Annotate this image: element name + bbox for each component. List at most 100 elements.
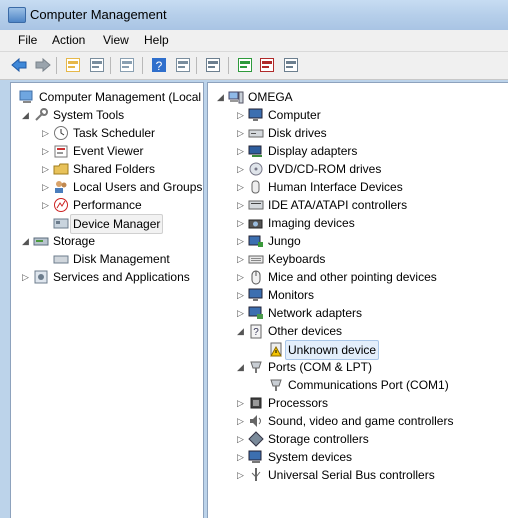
shared-folder-icon bbox=[53, 161, 69, 177]
console-tree-label: Disk Management bbox=[73, 252, 170, 266]
show-hide-tree-icon[interactable] bbox=[88, 56, 106, 74]
uninstall-icon[interactable] bbox=[258, 56, 276, 74]
expand-arrow-icon[interactable]: ▷ bbox=[236, 142, 245, 160]
device-tree-item[interactable]: ◢ OMEGA bbox=[208, 88, 508, 106]
device-tree-item[interactable]: ◢? Other devices bbox=[208, 322, 508, 340]
console-tree-label: Shared Folders bbox=[73, 162, 156, 176]
console-tree-item[interactable]: Device Manager bbox=[11, 214, 203, 234]
console-tree-item[interactable]: ▷ Task Scheduler bbox=[11, 124, 203, 142]
device-tree-item[interactable]: ▷ Processors bbox=[208, 394, 508, 412]
monitor-icon bbox=[248, 287, 264, 303]
collapse-arrow-icon[interactable]: ◢ bbox=[21, 232, 30, 250]
collapse-arrow-icon[interactable]: ◢ bbox=[216, 88, 225, 106]
expand-arrow-icon[interactable]: ▷ bbox=[236, 268, 245, 286]
scan-hardware-icon[interactable] bbox=[204, 56, 222, 74]
expand-arrow-icon[interactable]: ▷ bbox=[236, 394, 245, 412]
console-tree-pane[interactable]: Computer Management (Local ◢ System Tools ▷… bbox=[10, 82, 204, 518]
console-tree-item[interactable]: ▷ Performance bbox=[11, 196, 203, 214]
device-tree-pane[interactable]: ◢ OMEGA ▷ Computer ▷ Disk drives ▷ Display adap… bbox=[207, 82, 508, 518]
expand-arrow-icon[interactable]: ▷ bbox=[41, 124, 50, 142]
expand-arrow-icon[interactable]: ▷ bbox=[236, 124, 245, 142]
device-tree-label: Human Interface Devices bbox=[268, 180, 403, 194]
device-tree-item[interactable]: ▷ Imaging devices bbox=[208, 214, 508, 232]
device-tree-item[interactable]: ▷ Human Interface Devices bbox=[208, 178, 508, 196]
device-tree-item[interactable]: Unknown device bbox=[208, 340, 508, 360]
console-tree-label: Services and Applications bbox=[53, 270, 190, 284]
svg-text:?: ? bbox=[253, 327, 259, 338]
expand-arrow-icon[interactable]: ▷ bbox=[236, 304, 245, 322]
expand-arrow-icon[interactable]: ▷ bbox=[236, 250, 245, 268]
console-tree-item[interactable]: ◢ System Tools bbox=[11, 106, 203, 124]
device-tree-item[interactable]: ▷ Network adapters bbox=[208, 304, 508, 322]
menu-view[interactable]: View bbox=[103, 33, 129, 47]
help-icon[interactable]: ? bbox=[150, 56, 168, 74]
expand-arrow-icon[interactable]: ▷ bbox=[41, 178, 50, 196]
back-icon[interactable] bbox=[10, 56, 28, 74]
title-bar[interactable]: Computer Management bbox=[0, 0, 508, 30]
expand-arrow-icon[interactable]: ▷ bbox=[236, 412, 245, 430]
device-tree-item[interactable]: ▷ Mice and other pointing devices bbox=[208, 268, 508, 286]
device-tree-label: OMEGA bbox=[248, 90, 293, 104]
device-tree-item[interactable]: ▷ Jungo bbox=[208, 232, 508, 250]
device-tree-item[interactable]: ▷ DVD/CD-ROM drives bbox=[208, 160, 508, 178]
device-tree-item[interactable]: ▷ IDE ATA/ATAPI controllers bbox=[208, 196, 508, 214]
device-tree-label: Processors bbox=[268, 396, 329, 410]
console-tree-item[interactable]: ▷ Services and Applications bbox=[11, 268, 203, 286]
device-tree-item[interactable]: ▷ Monitors bbox=[208, 286, 508, 304]
collapse-arrow-icon[interactable]: ◢ bbox=[21, 106, 30, 124]
device-tree-item[interactable]: ▷ Storage controllers bbox=[208, 430, 508, 448]
device-tree-item[interactable]: Communications Port (COM1) bbox=[208, 376, 508, 394]
collapse-arrow-icon[interactable]: ◢ bbox=[236, 322, 245, 340]
toolbar-separator bbox=[110, 57, 111, 74]
menu-help[interactable]: Help bbox=[144, 33, 169, 47]
network-adapter-icon bbox=[248, 305, 264, 321]
expand-arrow-icon[interactable]: ▷ bbox=[236, 430, 245, 448]
expand-arrow-icon[interactable]: ▷ bbox=[236, 196, 245, 214]
device-tree-item[interactable]: ▷ System devices bbox=[208, 448, 508, 466]
menu-file[interactable]: File bbox=[18, 33, 37, 47]
expand-arrow-icon[interactable]: ▷ bbox=[236, 466, 245, 484]
toolbar-separator bbox=[56, 57, 57, 74]
device-tree-item[interactable]: ▷ Display adapters bbox=[208, 142, 508, 160]
console-tree-label: Local Users and Groups bbox=[73, 180, 203, 194]
device-tree-item[interactable]: ▷ Sound, video and game controllers bbox=[208, 412, 508, 430]
console-tree-item[interactable]: ◢ Storage bbox=[11, 232, 203, 250]
disk-drive-icon bbox=[248, 125, 264, 141]
toolbar-separator bbox=[228, 57, 229, 74]
expand-arrow-icon[interactable]: ▷ bbox=[236, 106, 245, 124]
device-tree-item[interactable]: ▷ Computer bbox=[208, 106, 508, 124]
expand-arrow-icon[interactable]: ▷ bbox=[236, 448, 245, 466]
menu-action[interactable]: Action bbox=[52, 33, 85, 47]
device-tree-item[interactable]: ▷ Disk drives bbox=[208, 124, 508, 142]
forward-icon[interactable] bbox=[34, 56, 52, 74]
expand-arrow-icon[interactable]: ▷ bbox=[41, 160, 50, 178]
collapse-arrow-icon[interactable]: ◢ bbox=[236, 358, 245, 376]
keyboard-icon bbox=[248, 251, 264, 267]
console-tree-item[interactable]: ▷ Local Users and Groups bbox=[11, 178, 203, 196]
device-tree-label: Disk drives bbox=[268, 126, 327, 140]
console-tree-item[interactable]: Computer Management (Local bbox=[11, 88, 203, 106]
expand-arrow-icon[interactable]: ▷ bbox=[21, 268, 30, 286]
expand-arrow-icon[interactable]: ▷ bbox=[236, 232, 245, 250]
properties-icon[interactable] bbox=[118, 56, 136, 74]
device-tree-item[interactable]: ▷ Keyboards bbox=[208, 250, 508, 268]
update-driver-icon[interactable] bbox=[236, 56, 254, 74]
console-tree-item[interactable]: ▷ Shared Folders bbox=[11, 160, 203, 178]
toolbar-separator bbox=[142, 57, 143, 74]
expand-arrow-icon[interactable]: ▷ bbox=[236, 286, 245, 304]
disable-icon[interactable] bbox=[282, 56, 300, 74]
device-tree-label: Mice and other pointing devices bbox=[268, 270, 437, 284]
expand-arrow-icon[interactable]: ▷ bbox=[236, 160, 245, 178]
expand-arrow-icon[interactable]: ▷ bbox=[41, 142, 50, 160]
expand-arrow-icon[interactable]: ▷ bbox=[236, 178, 245, 196]
show-action-pane-icon[interactable] bbox=[174, 56, 192, 74]
device-tree-item[interactable]: ▷ Universal Serial Bus controllers bbox=[208, 466, 508, 484]
expand-arrow-icon[interactable]: ▷ bbox=[41, 196, 50, 214]
console-tree-item[interactable]: Disk Management bbox=[11, 250, 203, 268]
device-tree-label: Ports (COM & LPT) bbox=[268, 360, 373, 374]
up-folder-icon[interactable] bbox=[64, 56, 82, 74]
device-tree-item[interactable]: ◢ Ports (COM & LPT) bbox=[208, 358, 508, 376]
other-devices-icon: ? bbox=[248, 323, 264, 339]
console-tree-item[interactable]: ▷ Event Viewer bbox=[11, 142, 203, 160]
expand-arrow-icon[interactable]: ▷ bbox=[236, 214, 245, 232]
